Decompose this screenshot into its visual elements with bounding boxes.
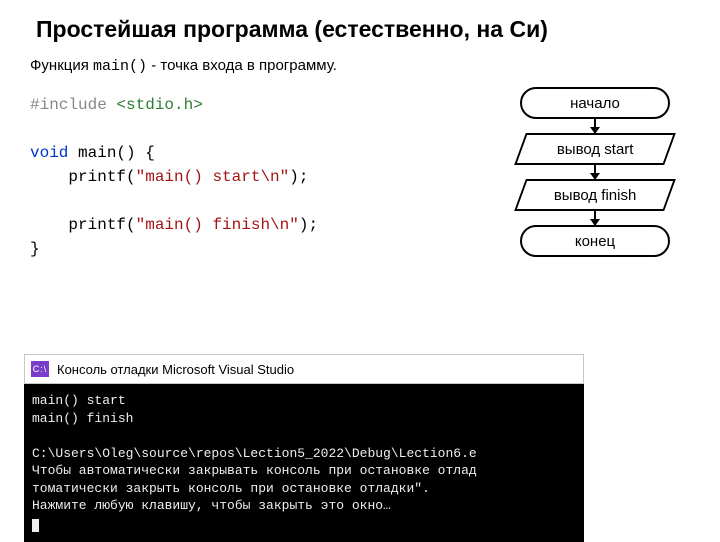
- code-block: #include <stdio.h> void main() { printf(…: [30, 93, 500, 261]
- console-icon: C:\: [31, 361, 49, 377]
- console-window: C:\ Консоль отладки Microsoft Visual Stu…: [24, 354, 584, 542]
- console-line: main() start: [32, 393, 126, 408]
- console-title: Консоль отладки Microsoft Visual Studio: [57, 362, 294, 377]
- console-line: main() finish: [32, 411, 133, 426]
- code-p2s: "main() finish\n": [136, 216, 299, 234]
- flowchart: начало вывод start вывод finish конец: [500, 87, 690, 261]
- console-line: Нажмите любую клавишу, чтобы закрыть это…: [32, 498, 391, 513]
- console-titlebar: C:\ Консоль отладки Microsoft Visual Stu…: [24, 354, 584, 384]
- flow-io-start: вывод start: [514, 133, 676, 165]
- code-close: }: [30, 240, 40, 258]
- code-p2a: printf(: [30, 216, 136, 234]
- flow-arrow: [594, 165, 596, 179]
- flow-end: конец: [520, 225, 670, 257]
- code-main-sig: main() {: [68, 144, 154, 162]
- subtitle-suffix: - точка входа в программу.: [147, 57, 337, 74]
- subtitle: Функция main() - точка входа в программу…: [30, 57, 690, 75]
- flow-arrow: [594, 119, 596, 133]
- code-p2b: );: [299, 216, 318, 234]
- console-line: томатически закрыть консоль при остановк…: [32, 481, 430, 496]
- console-cursor: [32, 519, 39, 532]
- slide-title: Простейшая программа (естественно, на Си…: [36, 16, 690, 43]
- console-line: Чтобы автоматически закрывать консоль пр…: [32, 463, 477, 478]
- code-p1b: );: [289, 168, 308, 186]
- flow-arrow: [594, 211, 596, 225]
- code-include-kw: #include: [30, 96, 107, 114]
- code-void: void: [30, 144, 68, 162]
- flow-io-finish: вывод finish: [514, 179, 676, 211]
- subtitle-prefix: Функция: [30, 57, 93, 74]
- code-p1a: printf(: [30, 168, 136, 186]
- code-p1s: "main() start\n": [136, 168, 290, 186]
- code-include-hdr: <stdio.h>: [116, 96, 202, 114]
- flow-start: начало: [520, 87, 670, 119]
- subtitle-mono: main(): [93, 58, 147, 75]
- console-line: C:\Users\Oleg\source\repos\Lection5_2022…: [32, 446, 477, 461]
- console-output: main() start main() finish C:\Users\Oleg…: [24, 384, 584, 542]
